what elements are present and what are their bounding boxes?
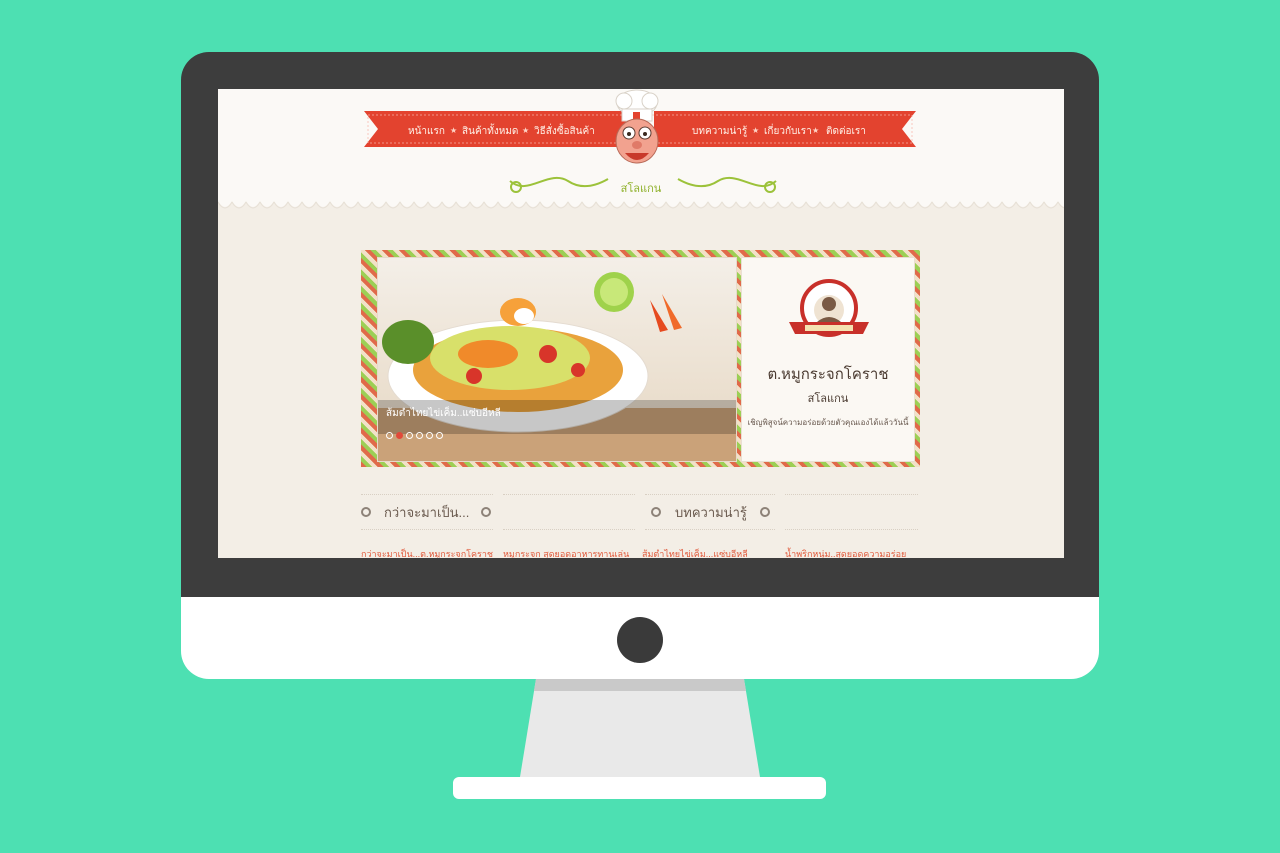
nav-separator-star-icon: ★	[812, 126, 820, 135]
nav-item-how-to-order[interactable]: วิธีสั่งซื้อสินค้า	[534, 124, 595, 139]
article-link[interactable]: น้ำพริกหนุ่ม..สุดยอดความอร่อย	[785, 547, 906, 558]
nav-separator-star-icon: ★	[752, 126, 760, 135]
slider-dot[interactable]	[436, 432, 443, 439]
brand-slogan: สโลแกน	[807, 393, 849, 405]
nav-item-all-products[interactable]: สินค้าทั้งหมด	[462, 124, 518, 139]
section-divider	[361, 529, 493, 530]
nav-item-about[interactable]: เกี่ยวกับเรา	[764, 124, 812, 139]
section-title-history: กว่าจะมาเป็น...	[384, 505, 470, 520]
nav-separator-star-icon: ★	[450, 126, 458, 135]
website-screen: หน้าแรก ★ สินค้าทั้งหมด ★ วิธีสั่งซื้อสิ…	[218, 89, 1064, 558]
slider-dot[interactable]	[416, 432, 423, 439]
section-divider	[785, 494, 918, 495]
section-ring-icon	[481, 507, 491, 517]
monitor-stand	[520, 679, 760, 777]
slider-dot[interactable]	[406, 432, 413, 439]
slider-dot[interactable]	[386, 432, 393, 439]
section-divider	[645, 529, 775, 530]
section-ring-icon	[361, 507, 371, 517]
nav-separator-star-icon: ★	[522, 126, 530, 135]
brand-title: ต.หมูกระจกโคราช	[767, 367, 889, 383]
brand-card: ต.หมูกระจกโคราช สโลแกน เชิญพิสูจน์ความอร…	[741, 257, 915, 462]
chef-mascot-icon[interactable]	[610, 89, 664, 177]
nav-item-articles[interactable]: บทความน่ารู้	[692, 124, 747, 139]
monitor-logo-dot	[617, 617, 663, 663]
slider-dot[interactable]	[426, 432, 433, 439]
section-divider	[503, 529, 635, 530]
hero-slide-image[interactable]: ส้มตำไทยไข่เค็ม..แซ่บอีหลี	[377, 257, 737, 462]
section-ring-icon	[651, 507, 661, 517]
slider-pagination	[386, 424, 446, 443]
section-divider	[785, 529, 918, 530]
section-ring-icon	[760, 507, 770, 517]
chef-badge-logo	[789, 279, 869, 337]
monitor-stand-base	[453, 777, 826, 799]
slide-caption: ส้มตำไทยไข่เค็ม..แซ่บอีหลี	[386, 408, 501, 419]
nav-item-contact[interactable]: ติดต่อเรา	[826, 124, 866, 139]
article-link[interactable]: กว่าจะมาเป็น...ต.หมูกระจกโคราช	[361, 547, 493, 558]
section-title-articles: บทความน่ารู้	[675, 505, 747, 520]
article-link[interactable]: ส้มตำไทยไข่เค็ม...แซ่บอีหลี	[642, 547, 748, 558]
article-link[interactable]: หมูกระจก สุดยอดอาหารทานเล่น	[503, 547, 629, 558]
header-scallop-border	[218, 201, 1064, 219]
section-divider	[503, 494, 635, 495]
brand-description: เชิญพิสูจน์ความอร่อยด้วยตัวคุณเองได้แล้ว…	[747, 418, 909, 427]
header-slogan: สโลแกน	[620, 183, 662, 195]
nav-item-home[interactable]: หน้าแรก	[408, 124, 445, 139]
section-divider	[361, 494, 493, 495]
section-divider	[645, 494, 775, 495]
slider-dot-active[interactable]	[396, 432, 403, 439]
